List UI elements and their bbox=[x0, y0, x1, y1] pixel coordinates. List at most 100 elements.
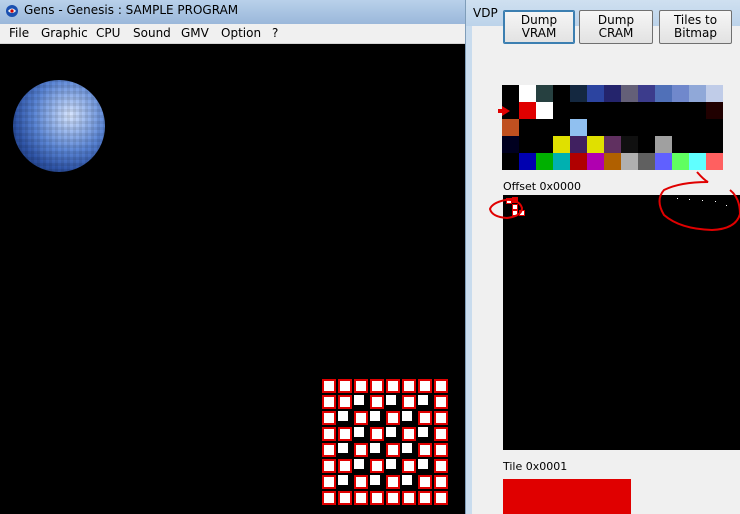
palette-swatch[interactable] bbox=[621, 136, 638, 153]
palette-swatch[interactable] bbox=[536, 136, 553, 153]
palette-swatch[interactable] bbox=[502, 136, 519, 153]
palette-swatch[interactable] bbox=[706, 119, 723, 136]
palette-swatch[interactable] bbox=[536, 102, 553, 119]
gens-window-title: Gens - Genesis : SAMPLE PROGRAM bbox=[24, 3, 239, 17]
palette-swatch[interactable] bbox=[638, 102, 655, 119]
palette-swatch[interactable] bbox=[553, 119, 570, 136]
vram-tile-view[interactable] bbox=[503, 195, 740, 450]
palette-swatch[interactable] bbox=[689, 85, 706, 102]
sprite-tile bbox=[402, 475, 412, 485]
sprite-tile bbox=[370, 379, 384, 393]
palette-swatch[interactable] bbox=[604, 85, 621, 102]
gens-titlebar[interactable]: Gens - Genesis : SAMPLE PROGRAM bbox=[0, 0, 465, 24]
palette-swatch[interactable] bbox=[519, 85, 536, 102]
menu-file[interactable]: File bbox=[9, 26, 29, 40]
vdp-window-title: VDP bbox=[473, 6, 498, 20]
dump-cram-button[interactable]: Dump CRAM bbox=[579, 10, 653, 44]
dump-vram-button[interactable]: Dump VRAM bbox=[503, 10, 575, 44]
menu-sound[interactable]: Sound bbox=[133, 26, 171, 40]
palette-swatch[interactable] bbox=[553, 102, 570, 119]
palette-swatch[interactable] bbox=[672, 153, 689, 170]
palette-swatch[interactable] bbox=[587, 102, 604, 119]
palette-swatch[interactable] bbox=[570, 102, 587, 119]
vram-pixel bbox=[702, 200, 703, 201]
sprite-tile bbox=[386, 395, 396, 405]
palette-swatch[interactable] bbox=[621, 119, 638, 136]
palette-swatch[interactable] bbox=[570, 153, 587, 170]
palette-swatch[interactable] bbox=[638, 136, 655, 153]
palette-swatch[interactable] bbox=[519, 136, 536, 153]
sprite-tile bbox=[354, 379, 368, 393]
palette-swatch[interactable] bbox=[604, 153, 621, 170]
palette-swatch[interactable] bbox=[672, 119, 689, 136]
palette-swatch[interactable] bbox=[502, 153, 519, 170]
palette-swatch[interactable] bbox=[553, 153, 570, 170]
sprite-tile bbox=[434, 411, 448, 425]
palette-swatch[interactable] bbox=[519, 153, 536, 170]
palette-swatch[interactable] bbox=[706, 136, 723, 153]
menu-cpu[interactable]: CPU bbox=[96, 26, 120, 40]
palette-swatch[interactable] bbox=[706, 153, 723, 170]
palette-swatch[interactable] bbox=[553, 136, 570, 153]
palette-swatch[interactable] bbox=[655, 119, 672, 136]
palette-swatch[interactable] bbox=[502, 119, 519, 136]
vram-tile-mini bbox=[512, 210, 518, 216]
palette-swatch[interactable] bbox=[536, 153, 553, 170]
palette-swatch[interactable] bbox=[689, 136, 706, 153]
sprite-tile bbox=[338, 379, 352, 393]
menu-help[interactable]: ? bbox=[272, 26, 278, 40]
palette-swatch[interactable] bbox=[587, 119, 604, 136]
menu-gmv[interactable]: GMV bbox=[181, 26, 209, 40]
palette-swatch[interactable] bbox=[655, 136, 672, 153]
palette-swatch[interactable] bbox=[621, 153, 638, 170]
palette-swatch[interactable] bbox=[587, 85, 604, 102]
menu-option[interactable]: Option bbox=[221, 26, 261, 40]
palette-swatch[interactable] bbox=[502, 85, 519, 102]
palette-swatch[interactable] bbox=[689, 153, 706, 170]
palette-swatch[interactable] bbox=[536, 85, 553, 102]
sprite-tile bbox=[370, 427, 384, 441]
palette-swatch[interactable] bbox=[621, 85, 638, 102]
palette-swatch[interactable] bbox=[570, 85, 587, 102]
palette-swatch[interactable] bbox=[689, 102, 706, 119]
palette-swatch[interactable] bbox=[655, 102, 672, 119]
palette-swatch[interactable] bbox=[519, 119, 536, 136]
palette-swatch[interactable] bbox=[638, 153, 655, 170]
gens-app-icon bbox=[6, 5, 18, 17]
palette-swatch[interactable] bbox=[672, 85, 689, 102]
palette-swatch[interactable] bbox=[536, 119, 553, 136]
palette-swatch[interactable] bbox=[587, 153, 604, 170]
sprite-tile bbox=[386, 443, 400, 457]
vram-pixel bbox=[689, 199, 690, 200]
palette-swatch[interactable] bbox=[655, 85, 672, 102]
palette-swatch[interactable] bbox=[672, 136, 689, 153]
sprite-tile bbox=[386, 491, 400, 505]
sprite-tile bbox=[322, 459, 336, 473]
palette-swatch[interactable] bbox=[604, 119, 621, 136]
sprite-tile bbox=[434, 395, 448, 409]
palette-swatch[interactable] bbox=[604, 102, 621, 119]
palette-swatch[interactable] bbox=[519, 102, 536, 119]
palette-swatch[interactable] bbox=[706, 85, 723, 102]
tiles-to-bitmap-button[interactable]: Tiles to Bitmap bbox=[659, 10, 732, 44]
palette-swatch[interactable] bbox=[706, 102, 723, 119]
gens-window: Gens - Genesis : SAMPLE PROGRAM File Gra… bbox=[0, 0, 465, 514]
palette-swatch[interactable] bbox=[570, 136, 587, 153]
palette-swatch[interactable] bbox=[587, 136, 604, 153]
palette-swatch[interactable] bbox=[553, 85, 570, 102]
palette-swatch[interactable] bbox=[570, 119, 587, 136]
palette-swatch[interactable] bbox=[604, 136, 621, 153]
palette-swatch[interactable] bbox=[655, 153, 672, 170]
gens-menubar: File Graphic CPU Sound GMV Option ? bbox=[0, 24, 465, 44]
palette-swatch[interactable] bbox=[638, 119, 655, 136]
offset-label: Offset 0x0000 bbox=[503, 180, 582, 193]
menu-graphic[interactable]: Graphic bbox=[41, 26, 88, 40]
palette-swatch[interactable] bbox=[689, 119, 706, 136]
vram-pixel bbox=[715, 201, 716, 202]
emulator-screen[interactable] bbox=[3, 44, 462, 514]
tiles-to-bitmap-label-line2: Bitmap bbox=[674, 26, 717, 40]
palette-swatch[interactable] bbox=[638, 85, 655, 102]
palette-swatch[interactable] bbox=[621, 102, 638, 119]
palette-swatch[interactable] bbox=[672, 102, 689, 119]
sprite-tile bbox=[402, 459, 416, 473]
